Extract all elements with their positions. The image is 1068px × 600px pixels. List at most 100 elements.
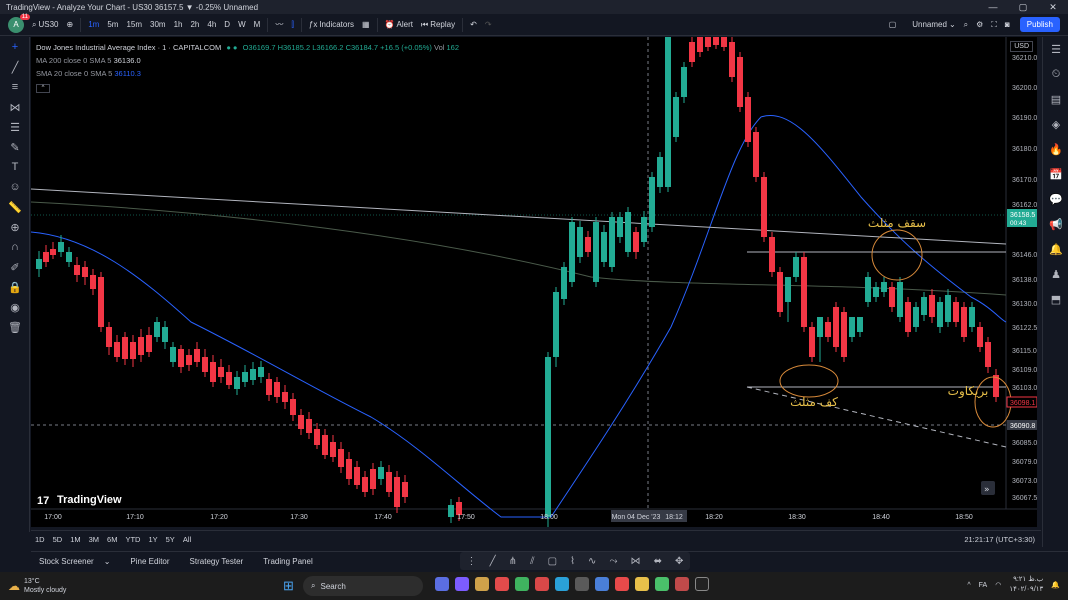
eye-icon[interactable]: ◉: [0, 297, 30, 317]
ruler-icon[interactable]: 📏: [0, 197, 30, 217]
wifi-icon[interactable]: ◠: [995, 581, 1001, 589]
zoom-icon[interactable]: ⊕: [0, 217, 30, 237]
rectangle-tool-icon[interactable]: ▢: [548, 556, 557, 567]
minimize-button[interactable]: —: [978, 0, 1008, 14]
watchlist-icon[interactable]: ☰: [1043, 37, 1068, 62]
range-5y[interactable]: 5Y: [162, 535, 179, 544]
lock-pen-icon[interactable]: ✐: [0, 257, 30, 277]
sma20-legend[interactable]: SMA 20 close 0 SMA 5 36110.3: [36, 67, 459, 80]
range-tool-icon[interactable]: ⬌: [654, 556, 662, 567]
language-indicator[interactable]: FA: [979, 582, 988, 589]
candlestick-chart[interactable]: سقف مثلث کف مثلث بریکاوت 36200.0 36190.0 3618…: [31, 37, 1037, 527]
emoji-icon[interactable]: ☺: [0, 177, 30, 197]
range-1m[interactable]: 1M: [66, 535, 84, 544]
chevron-down-icon[interactable]: ⌄: [94, 557, 121, 566]
interval-1m[interactable]: 1m: [84, 20, 103, 29]
quick-search-button[interactable]: ⌕: [960, 20, 972, 30]
data-window-icon[interactable]: ▤: [1043, 87, 1068, 112]
interval-5m[interactable]: 5m: [103, 20, 122, 29]
horizontal-lines-icon[interactable]: ≡: [0, 77, 30, 97]
range-6m[interactable]: 6M: [103, 535, 121, 544]
calendar-icon[interactable]: 📅: [1043, 162, 1068, 187]
compare-button[interactable]: ⊕: [63, 20, 78, 29]
interval-M[interactable]: M: [250, 20, 265, 29]
range-all[interactable]: All: [179, 535, 195, 544]
app-icon[interactable]: [615, 577, 629, 591]
pattern-tool-icon[interactable]: ⋈: [631, 556, 641, 567]
panel-strategy-tester[interactable]: Strategy Tester: [180, 557, 254, 566]
panel-stock-screener[interactable]: Stock Screener: [31, 557, 94, 566]
interval-1h[interactable]: 1h: [170, 20, 187, 29]
path-tool-icon[interactable]: ⌇: [570, 556, 575, 567]
brush-icon[interactable]: ✎: [0, 137, 30, 157]
redo-button[interactable]: ↷: [481, 20, 496, 29]
app-icon[interactable]: [475, 577, 489, 591]
fib-icon[interactable]: ☰: [0, 117, 30, 137]
pattern-icon[interactable]: ⋈: [0, 97, 30, 117]
interval-30m[interactable]: 30m: [146, 20, 170, 29]
weather-widget[interactable]: ☁ 13°C Mostly cloudy: [0, 577, 66, 595]
range-5d[interactable]: 5D: [49, 535, 67, 544]
candle-type-button[interactable]: ⫿: [287, 20, 298, 30]
app-icon[interactable]: [595, 577, 609, 591]
templates-button[interactable]: ▦: [358, 20, 374, 29]
alert-button[interactable]: ⏰ Alert: [381, 20, 417, 29]
crosshair-icon[interactable]: +: [0, 37, 30, 57]
snapshot-button[interactable]: ◙: [1001, 20, 1014, 29]
publish-button[interactable]: Publish: [1019, 17, 1060, 32]
maximize-button[interactable]: ▢: [1008, 0, 1038, 14]
trash-icon[interactable]: 🗑: [0, 317, 30, 337]
app-icon[interactable]: [435, 577, 449, 591]
app-icon[interactable]: [515, 577, 529, 591]
channel-tool-icon[interactable]: ⫽: [530, 556, 534, 567]
panel-trading-panel[interactable]: Trading Panel: [253, 557, 323, 566]
app-icon[interactable]: [455, 577, 469, 591]
drag-handle-icon[interactable]: ⋮: [467, 556, 477, 567]
order-panel-icon[interactable]: ⬒: [1043, 287, 1068, 312]
chart-type-button[interactable]: 〰: [271, 19, 287, 30]
lock-icon[interactable]: 🔒: [0, 277, 30, 297]
collapse-legend-button[interactable]: ^: [36, 84, 50, 93]
range-ytd[interactable]: YTD: [121, 535, 144, 544]
fork-tool-icon[interactable]: ⋔: [509, 556, 517, 567]
wave-tool-icon[interactable]: ∿: [588, 556, 596, 567]
trendline-tool-icon[interactable]: ╱: [490, 556, 496, 567]
symbol-search[interactable]: ⌕ US30: [28, 20, 63, 30]
app-icon[interactable]: [535, 577, 549, 591]
chart-pane[interactable]: Dow Jones Industrial Average Index · 1 ·…: [31, 37, 1037, 527]
range-1d[interactable]: 1D: [31, 535, 49, 544]
chrome-icon[interactable]: [655, 577, 669, 591]
layout-menu[interactable]: ▢ Unnamed ⌄: [885, 20, 960, 29]
undo-button[interactable]: ↶: [466, 20, 481, 29]
chevron-up-icon[interactable]: ^: [967, 582, 970, 589]
avatar[interactable]: A 11: [8, 13, 30, 33]
notification-icon[interactable]: 🔔: [1051, 581, 1060, 589]
settings-button[interactable]: ⚙: [972, 20, 987, 29]
taskbar-clock[interactable]: ۹:۲۱ ب.ظ ۱۴۰۲/۰۹/۱۳: [1009, 575, 1043, 595]
interval-2h[interactable]: 2h: [186, 20, 203, 29]
streams-icon[interactable]: 📢: [1043, 212, 1068, 237]
interval-W[interactable]: W: [234, 20, 250, 29]
folder-icon[interactable]: [635, 577, 649, 591]
replay-button[interactable]: ⏮ Replay: [417, 20, 459, 30]
layers-icon[interactable]: ◈: [1043, 112, 1068, 137]
app-icon[interactable]: [495, 577, 509, 591]
app-icon[interactable]: [555, 577, 569, 591]
hotlist-icon[interactable]: 🔥: [1043, 137, 1068, 162]
move-tool-icon[interactable]: ✥: [675, 556, 683, 567]
interval-4h[interactable]: 4h: [203, 20, 220, 29]
close-button[interactable]: ✕: [1038, 0, 1068, 14]
magnet-icon[interactable]: ∩: [0, 237, 30, 257]
interval-D[interactable]: D: [220, 20, 234, 29]
indicators-button[interactable]: ƒx Indicators: [305, 20, 358, 29]
timezone-clock[interactable]: 21:21:17 (UTC+3:30): [964, 535, 1041, 544]
forecast-tool-icon[interactable]: ⤳: [609, 556, 617, 567]
panel-pine-editor[interactable]: Pine Editor: [120, 557, 179, 566]
app-icon[interactable]: [575, 577, 589, 591]
start-icon[interactable]: ⊞: [283, 578, 294, 594]
notifications-icon[interactable]: 🔔: [1043, 237, 1068, 262]
interval-15m[interactable]: 15m: [122, 20, 146, 29]
fullscreen-button[interactable]: ⛶: [987, 20, 1001, 30]
app-icon[interactable]: [675, 577, 689, 591]
range-3m[interactable]: 3M: [85, 535, 103, 544]
